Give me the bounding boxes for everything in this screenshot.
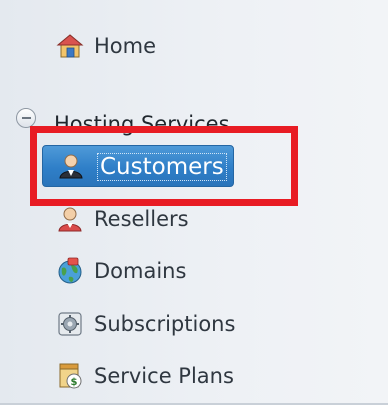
sidebar-item-label: Home [94,34,157,58]
sidebar-item-subscriptions[interactable]: Subscriptions [56,304,235,344]
subscriptions-icon [56,310,84,338]
sidebar-item-service-plans[interactable]: $ Service Plans [56,356,234,396]
service-plans-icon: $ [56,362,84,390]
sidebar-item-domains[interactable]: Domains [56,251,186,291]
highlight-annotation [30,126,298,206]
home-icon [56,32,84,60]
sidebar-item-label: Resellers [94,207,189,231]
sidebar-item-label: Subscriptions [94,312,236,336]
sidebar-item-label: Domains [94,259,187,283]
sidebar-item-home[interactable]: Home [56,26,156,66]
domains-icon [56,257,84,285]
reseller-icon [56,205,84,233]
sidebar-item-label: Service Plans [94,364,234,388]
navigation-sidebar: Home Hosting Services Customers Reseller… [0,0,388,405]
collapse-icon[interactable] [16,108,36,128]
svg-text:$: $ [71,377,78,388]
